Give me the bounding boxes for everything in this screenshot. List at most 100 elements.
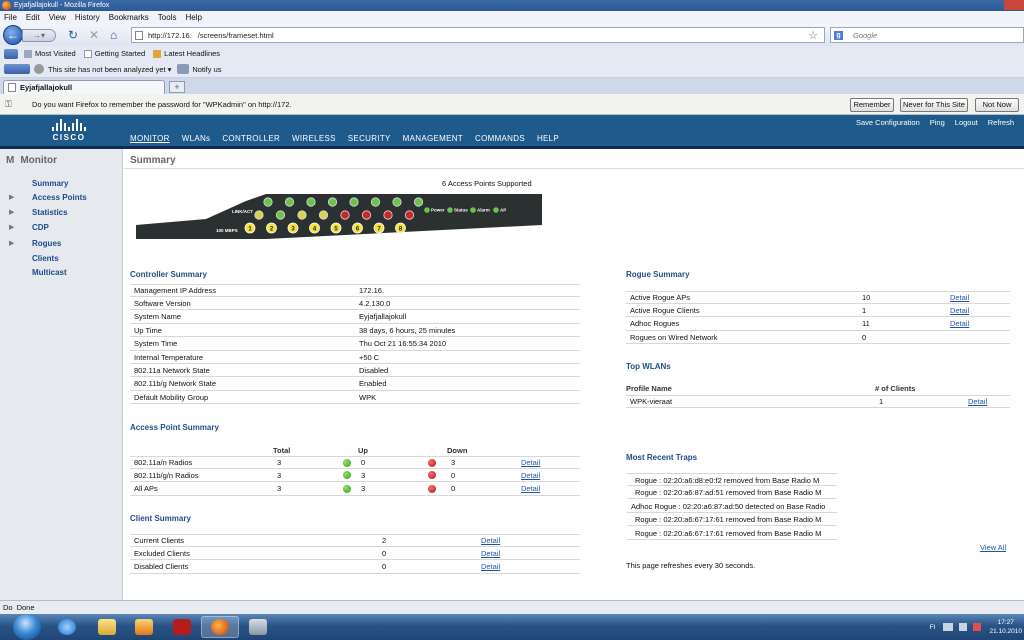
menu-help[interactable]: Help [185, 13, 201, 22]
sidebar-item-access-points[interactable]: Access Points [32, 193, 87, 202]
ping-link[interactable]: Ping [930, 118, 945, 127]
wlan-detail-link[interactable]: Detail [968, 397, 987, 406]
not-now-button[interactable]: Not Now [975, 98, 1019, 112]
taskbar-media-player[interactable] [125, 616, 163, 638]
table-row: WPK-vieraat 1 Detail [626, 395, 1010, 408]
start-button[interactable] [13, 614, 41, 640]
nav-management[interactable]: MANAGEMENT [403, 134, 463, 143]
refresh-note: This page refreshes every 30 seconds. [626, 561, 756, 570]
ap-row-down: 3 [451, 458, 456, 467]
taskbar-firefox[interactable] [201, 616, 239, 638]
page-icon [83, 49, 92, 58]
menu-edit[interactable]: Edit [26, 13, 40, 22]
client-detail-link[interactable]: Detail [481, 536, 500, 545]
maximize-button[interactable] [984, 0, 1004, 10]
sidebar-letter: M [6, 155, 15, 166]
client-detail-link[interactable]: Detail [481, 562, 500, 571]
close-button[interactable] [1004, 0, 1024, 10]
row-label: Default Mobility Group [134, 392, 209, 402]
nav-controller[interactable]: CONTROLLER [222, 134, 280, 143]
row-value: 172.16. [359, 286, 385, 295]
rogue-row-value: 10 [862, 293, 871, 302]
sidebar-item-summary[interactable]: Summary [32, 179, 68, 188]
page-title: Summary [130, 155, 176, 166]
sidebar-item-multicast[interactable]: Multicast [32, 268, 67, 277]
taskbar-acrobat[interactable] [163, 616, 201, 638]
nav-help[interactable]: HELP [537, 134, 559, 143]
notification-icon[interactable] [973, 623, 982, 631]
language-indicator[interactable]: FI [930, 624, 936, 631]
row-label: Software Version [134, 298, 191, 308]
sidebar-item-clients[interactable]: Clients [32, 254, 59, 263]
table-row: Management IP Address 172.16. [130, 284, 580, 297]
notify-icon [177, 64, 190, 74]
bookmark-most-visited[interactable]: Most Visited [24, 49, 76, 58]
nav-security[interactable]: SECURITY [348, 134, 391, 143]
bookmark-getting-started[interactable]: Getting Started [83, 49, 145, 58]
new-tab-button[interactable]: + [169, 81, 185, 93]
rogue-detail-link[interactable]: Detail [950, 319, 969, 328]
stop-icon[interactable]: ✕ [89, 28, 99, 42]
view-all-link[interactable]: View All [980, 543, 1006, 552]
ap-detail-link[interactable]: Detail [521, 471, 540, 480]
dropdown-arrow-icon[interactable]: ▾ [168, 65, 172, 74]
sidebar-item-cdp[interactable]: CDP [32, 223, 49, 232]
status-led [493, 207, 499, 213]
menu-view[interactable]: View [49, 13, 66, 22]
menu-history[interactable]: History [75, 13, 100, 22]
forward-button[interactable]: →▾ [22, 29, 56, 42]
ap-detail-link[interactable]: Detail [521, 484, 540, 493]
expand-arrow-icon[interactable]: ▶ [9, 223, 14, 231]
menu-file[interactable]: File [4, 13, 17, 22]
nav-commands[interactable]: COMMANDS [475, 134, 525, 143]
ap-detail-link[interactable]: Detail [521, 458, 540, 467]
taskbar-clock[interactable]: 17:27 21.10.2010 [989, 618, 1022, 636]
nav-monitor[interactable]: MONITOR [130, 134, 170, 143]
rogue-detail-link[interactable]: Detail [950, 306, 969, 315]
expand-arrow-icon[interactable]: ▶ [9, 239, 14, 247]
expand-arrow-icon[interactable]: ▶ [9, 193, 14, 201]
wot-text[interactable]: This site has not been analyzed yet [48, 65, 166, 74]
row-value: Thu Oct 21 16:55:34 2010 [359, 339, 447, 349]
sidebar-item-rogues[interactable]: Rogues [32, 239, 61, 248]
taskbar-app[interactable] [239, 616, 277, 638]
taskbar-ie[interactable] [48, 616, 86, 638]
volume-icon[interactable] [959, 623, 968, 631]
client-detail-link[interactable]: Detail [481, 549, 500, 558]
tab-bar: Eyjafjallajokull + [0, 78, 1024, 94]
bookmark-latest-headlines[interactable]: Latest Headlines [153, 49, 220, 58]
sidebar-item-statistics[interactable]: Statistics [32, 208, 68, 217]
nav-wireless[interactable]: WIRELESS [292, 134, 336, 143]
table-row: 802.11a Network State Disabled [130, 364, 580, 378]
refresh-link[interactable]: Refresh [988, 118, 1014, 127]
taskbar-explorer[interactable] [88, 616, 126, 638]
network-icon[interactable] [943, 623, 954, 631]
wot-toolbar-icon[interactable] [4, 64, 30, 74]
status-led [424, 207, 430, 213]
url-bar[interactable]: http://172.16. /screens/frameset.html ☆ [131, 27, 825, 43]
activity-led [275, 210, 286, 220]
bookmarks-icon[interactable] [4, 48, 18, 59]
down-status-icon [428, 459, 436, 467]
trap-text: Rogue : 02:20:a6:d8:e0:f2 removed from B… [635, 476, 820, 485]
ap-row-up: 3 [361, 484, 366, 494]
expand-arrow-icon[interactable]: ▶ [9, 208, 14, 216]
remember-button[interactable]: Remember [850, 98, 894, 112]
minimize-button[interactable] [964, 0, 984, 10]
reload-icon[interactable]: ↻ [68, 28, 78, 42]
home-icon[interactable]: ⌂ [110, 28, 117, 42]
back-button[interactable]: ← [3, 25, 23, 45]
bookmark-star-icon[interactable]: ☆ [808, 29, 818, 42]
menu-tools[interactable]: Tools [158, 13, 177, 22]
nav-wlans[interactable]: WLANs [182, 134, 211, 143]
search-input[interactable]: g Google [830, 27, 1024, 43]
tab-eyjafjallajokull[interactable]: Eyjafjallajokull [3, 80, 165, 94]
rogue-detail-link[interactable]: Detail [950, 293, 969, 302]
menu-bookmarks[interactable]: Bookmarks [109, 13, 149, 22]
wlan-col-clients: # of Clients [875, 384, 916, 393]
save-configuration-link[interactable]: Save Configuration [856, 118, 920, 127]
never-for-site-button[interactable]: Never for This Site [900, 98, 968, 112]
sidebar-title: M Monitor [6, 155, 57, 166]
logout-link[interactable]: Logout [955, 118, 978, 127]
notify-button[interactable]: Notify us [192, 65, 221, 74]
